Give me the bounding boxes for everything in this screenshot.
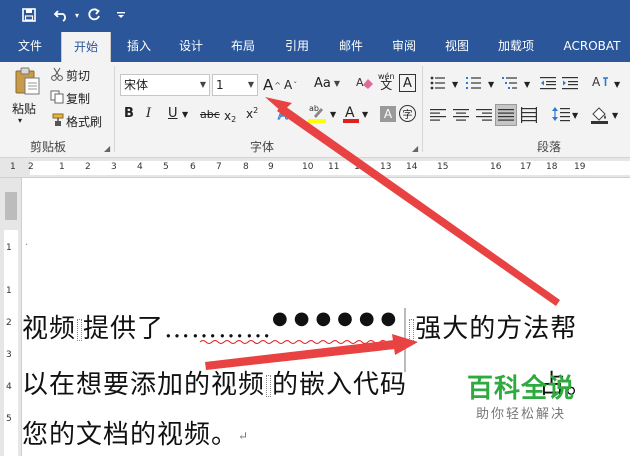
red-arrow-up xyxy=(265,97,560,306)
watermark-title: 百科全说 xyxy=(467,374,576,404)
watermark-subtitle: 助你轻松解决 xyxy=(476,407,567,422)
red-arrow-right xyxy=(205,334,418,370)
